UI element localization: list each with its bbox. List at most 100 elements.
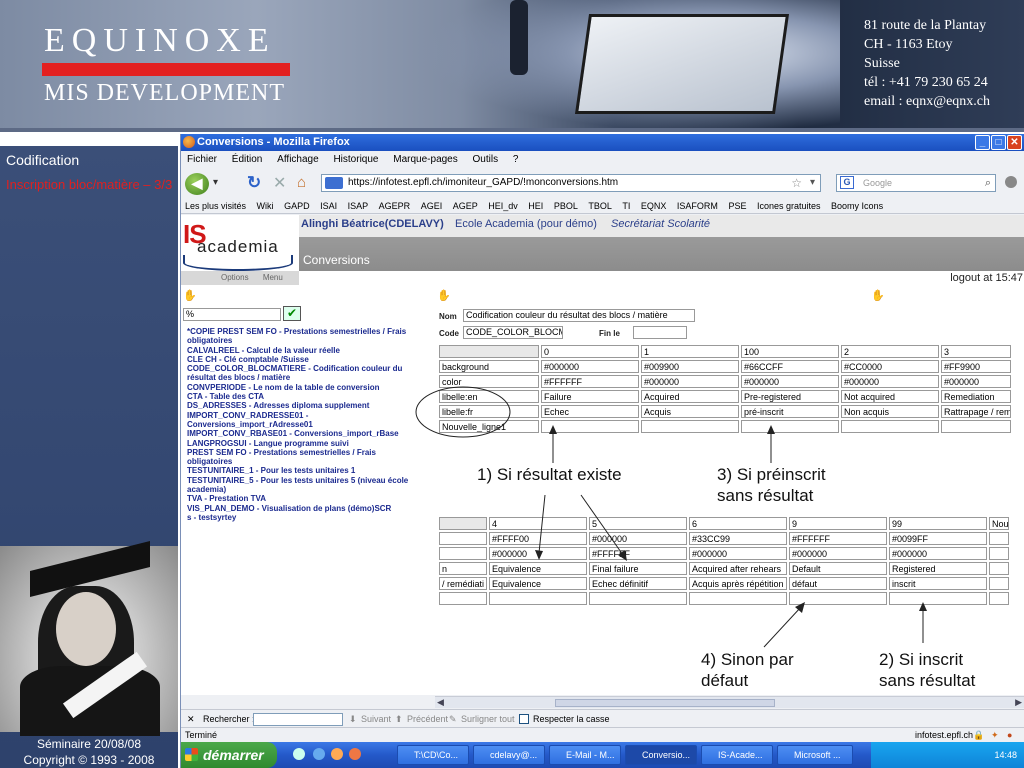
windows-logo-icon bbox=[185, 748, 198, 761]
annotation-1: 1) Si résultat existe bbox=[477, 465, 622, 484]
find-bar: ✕ Rechercher : ⬇ Suivant ⬆ Précédent ✎ S… bbox=[181, 709, 1024, 727]
menu-fichier[interactable]: Fichier bbox=[187, 154, 217, 165]
site-identity-icon[interactable] bbox=[325, 177, 343, 189]
bookmark-item[interactable]: Les plus visités bbox=[185, 201, 246, 211]
close-find-icon[interactable]: ✕ bbox=[187, 710, 195, 728]
scrollbar-thumb[interactable] bbox=[555, 699, 775, 707]
bookmark-item[interactable]: TBOL bbox=[588, 201, 612, 211]
stop-icon[interactable]: ✕ bbox=[273, 173, 286, 193]
minimize-icon[interactable]: _ bbox=[975, 135, 990, 150]
firebug-icon[interactable]: ● bbox=[1007, 728, 1012, 743]
taskbar-item-email[interactable]: E-Mail - M... bbox=[549, 745, 621, 765]
laptop-image bbox=[574, 14, 790, 114]
web-page: IS academia Alinghi Béatrice(CDELAVY) Ec… bbox=[181, 215, 1024, 695]
logo-equinoxe: EQUINOXE bbox=[44, 22, 276, 59]
taskbar-item-explorer[interactable]: T:\CD\Co... bbox=[397, 745, 469, 765]
find-input[interactable] bbox=[253, 713, 343, 726]
bookmark-item[interactable]: Boomy Icons bbox=[831, 201, 883, 211]
bookmarks-toolbar: Les plus visités Wiki GAPD ISAI ISAP AGE… bbox=[181, 198, 1024, 214]
slide-footer: Séminaire 20/08/08 Copyright © 1993 - 20… bbox=[0, 736, 178, 768]
menu-marque-pages[interactable]: Marque-pages bbox=[393, 154, 457, 165]
quicklaunch-icon[interactable] bbox=[349, 748, 361, 760]
taskbar-item-mail[interactable]: cdelavy@... bbox=[473, 745, 545, 765]
navigation-toolbar: ◀ ▾ ↻ ✕ ⌂ https://infotest.epfl.ch/imoni… bbox=[181, 168, 1024, 198]
copyright: Copyright © 1993 - 2008 bbox=[23, 753, 155, 767]
slide-side-panel: Codification Inscription bloc/matière – … bbox=[0, 146, 178, 768]
annotation-2-line2: sans résultat bbox=[879, 671, 976, 690]
quicklaunch-icon[interactable] bbox=[331, 748, 343, 760]
bookmark-item[interactable]: HEI_dv bbox=[488, 201, 518, 211]
arrowhead bbox=[549, 425, 557, 434]
quicklaunch-icon[interactable] bbox=[293, 748, 305, 760]
bookmark-item[interactable]: ISAP bbox=[348, 201, 369, 211]
scroll-left-icon[interactable]: ◀ bbox=[437, 697, 444, 708]
slide: EQUINOXE MIS DEVELOPMENT 81 route de la … bbox=[0, 0, 1024, 768]
clock[interactable]: 14:48 bbox=[994, 750, 1017, 760]
bookmark-item[interactable]: TI bbox=[622, 201, 630, 211]
url-bar[interactable]: https://infotest.epfl.ch/imoniteur_GAPD/… bbox=[321, 174, 821, 192]
menu-bar: Fichier Édition Affichage Historique Mar… bbox=[181, 151, 1024, 168]
arrowhead bbox=[919, 602, 927, 611]
graduate-face bbox=[56, 592, 116, 666]
address-line: Suisse bbox=[864, 56, 900, 71]
firefox-window: Conversions - Mozilla Firefox _ □ ✕ Fich… bbox=[180, 134, 1024, 768]
search-icon[interactable]: ⌕ bbox=[985, 175, 991, 191]
bookmark-item[interactable]: Icones gratuites bbox=[757, 201, 821, 211]
taskbar-item-microsoft[interactable]: Microsoft ... bbox=[777, 745, 853, 765]
addon-icon[interactable] bbox=[1005, 176, 1017, 188]
history-dropdown-icon[interactable]: ▾ bbox=[213, 177, 218, 188]
find-next-icon[interactable]: ⬇ bbox=[349, 710, 357, 728]
find-prev-button[interactable]: Précédent bbox=[407, 710, 448, 728]
match-case-checkbox[interactable] bbox=[519, 714, 529, 724]
bookmark-item[interactable]: Wiki bbox=[257, 201, 274, 211]
slide-subtitle: Inscription bloc/matière – 3/3 bbox=[6, 177, 173, 192]
circle-libelle-annotation bbox=[415, 386, 511, 438]
search-box[interactable]: G Google ⌕ bbox=[836, 174, 996, 192]
find-prev-icon[interactable]: ⬆ bbox=[395, 710, 403, 728]
find-next-button[interactable]: Suivant bbox=[361, 710, 391, 728]
status-addon-icon[interactable]: ✦ bbox=[991, 728, 999, 743]
menu-edition[interactable]: Édition bbox=[232, 154, 263, 165]
highlight-icon[interactable]: ✎ bbox=[449, 710, 457, 728]
menu-affichage[interactable]: Affichage bbox=[277, 154, 319, 165]
lock-icon[interactable]: 🔒 bbox=[973, 728, 984, 743]
bookmark-item[interactable]: PSE bbox=[728, 201, 746, 211]
seminar-date: Séminaire 20/08/08 bbox=[36, 737, 142, 751]
bookmark-item[interactable]: AGEPR bbox=[379, 201, 411, 211]
bookmark-item[interactable]: HEI bbox=[528, 201, 543, 211]
banner-divider bbox=[0, 128, 1024, 132]
highlight-all-button[interactable]: Surligner tout bbox=[461, 710, 515, 728]
bookmark-item[interactable]: EQNX bbox=[641, 201, 667, 211]
taskbar-item-conversions[interactable]: Conversio... bbox=[625, 745, 697, 765]
bookmark-item[interactable]: AGEI bbox=[421, 201, 443, 211]
annotation-3-line1: 3) Si préinscrit bbox=[717, 465, 826, 484]
equinoxe-banner: EQUINOXE MIS DEVELOPMENT 81 route de la … bbox=[0, 0, 1024, 132]
bookmark-item[interactable]: ISAFORM bbox=[677, 201, 718, 211]
arrowhead bbox=[535, 550, 543, 560]
quicklaunch-icon[interactable] bbox=[313, 748, 325, 760]
maximize-icon[interactable]: □ bbox=[991, 135, 1006, 150]
annotation-overlay bbox=[415, 386, 927, 648]
start-button[interactable]: démarrer bbox=[181, 742, 277, 768]
horizontal-scrollbar[interactable]: ◀ ▶ bbox=[435, 696, 1024, 708]
scroll-right-icon[interactable]: ▶ bbox=[1015, 697, 1022, 708]
address-line: email : eqnx@eqnx.ch bbox=[864, 94, 991, 109]
back-icon[interactable]: ◀ bbox=[185, 173, 209, 195]
bookmark-item[interactable]: AGEP bbox=[453, 201, 478, 211]
google-icon[interactable]: G bbox=[840, 176, 854, 189]
bookmark-item[interactable]: ISAI bbox=[320, 201, 337, 211]
bookmark-star-icon[interactable]: ☆ bbox=[791, 175, 802, 191]
menu-help[interactable]: ? bbox=[513, 154, 519, 165]
menu-outils[interactable]: Outils bbox=[473, 154, 499, 165]
bookmark-item[interactable]: GAPD bbox=[284, 201, 310, 211]
taskbar-item-isacademia[interactable]: IS-Acade... bbox=[701, 745, 773, 765]
reload-icon[interactable]: ↻ bbox=[247, 173, 261, 193]
bookmark-item[interactable]: PBOL bbox=[554, 201, 578, 211]
status-host: infotest.epfl.ch bbox=[915, 730, 974, 740]
url-dropdown-icon[interactable]: ▾ bbox=[810, 175, 815, 191]
home-icon[interactable]: ⌂ bbox=[297, 174, 306, 191]
menu-historique[interactable]: Historique bbox=[333, 154, 378, 165]
annotation-4: 4) Sinon par défaut bbox=[701, 649, 794, 691]
close-icon[interactable]: ✕ bbox=[1007, 135, 1022, 150]
annotation-3: 3) Si préinscrit sans résultat bbox=[717, 464, 826, 506]
